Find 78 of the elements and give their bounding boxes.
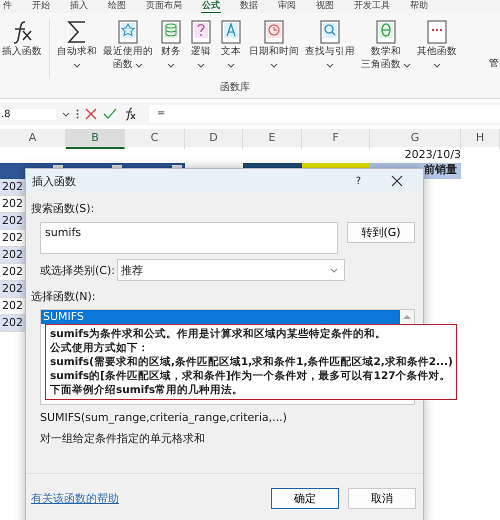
ribbon-button-label[interactable]: 财务	[161, 46, 181, 58]
star-book-icon	[116, 19, 140, 45]
ribbon-button-label[interactable]: 查找与引用	[305, 46, 355, 58]
table-cell-text: 202	[1, 230, 24, 246]
ribbon-tab[interactable]: 件	[2, 0, 13, 12]
annotation-text: sumifs为条件求和公式。作用是计算求和区域内某些特定条件的和。	[50, 327, 388, 341]
table-cell-text: 202	[1, 247, 24, 263]
cancel-icon	[85, 108, 97, 120]
column-header[interactable]: C	[125, 129, 185, 149]
annotation-text: sumifs的[条件匹配区域，求和条件]作为一个条件对，最多可以有127个条件对。	[50, 369, 452, 383]
theta-book-icon	[374, 19, 398, 45]
dots-book-icon	[425, 19, 449, 45]
ribbon-button-label[interactable]: 数学和	[371, 46, 401, 58]
go-button[interactable]: 转到(G)	[347, 222, 415, 243]
name-box[interactable]: .8	[0, 108, 56, 120]
group-label: 函数库	[220, 80, 250, 94]
ribbon-button-label[interactable]: 文本	[221, 46, 241, 58]
column-header[interactable]: D	[185, 129, 243, 149]
annotation-text: sumifs(需要求和的区域,条件匹配区域1,求和条件1,条件匹配区域2,求和条件2...)	[50, 355, 452, 369]
function-icon	[123, 107, 137, 121]
ribbon-button-label[interactable]: 日期和时间	[249, 46, 299, 58]
ribbon-button-label[interactable]: 插入函数	[2, 46, 42, 58]
ribbon-tab[interactable]: 插入	[69, 0, 89, 12]
table-cell-text: 202	[1, 264, 24, 280]
more-icon	[76, 109, 79, 119]
table-cell-text: 202	[1, 298, 24, 314]
help-link[interactable]: 有关该函数的帮助	[31, 491, 262, 506]
close-icon[interactable]	[391, 175, 403, 187]
question-book-icon	[189, 19, 213, 45]
dialog-title: 插入函数	[32, 174, 77, 188]
ribbon-button-label[interactable]: 自动求和	[57, 46, 97, 58]
column-header[interactable]: G	[370, 129, 461, 149]
magnifier-book-icon	[318, 19, 342, 45]
letter-book-icon	[219, 19, 243, 45]
table-cell: 2023/10/3	[404, 147, 461, 163]
table-cell-text: 202	[1, 281, 24, 297]
ribbon-tab[interactable]: 页面布局	[145, 0, 183, 12]
ribbon-tab[interactable]: 视图	[315, 0, 335, 12]
function-description: 对一组给定条件指定的单元格求和	[39, 431, 206, 446]
ribbon-tab[interactable]: 开发工具	[353, 0, 391, 12]
annotation-text: 下面举例介绍sumifs常用的几种用法。	[50, 383, 244, 397]
function-signature: SUMIFS(sum_range,criteria_range,criteria,...)	[39, 410, 288, 424]
list-item[interactable]: SUMIFS	[41, 310, 400, 324]
column-header[interactable]: B	[66, 129, 125, 149]
table-cell-text: 202	[1, 213, 24, 229]
ribbon-tab[interactable]: 绘图	[107, 0, 127, 12]
check-icon	[103, 108, 117, 120]
caret-icon	[62, 112, 70, 116]
dialog-button[interactable]: 取消	[348, 488, 416, 509]
ribbon-button-label[interactable]: 其他函数	[417, 46, 457, 58]
search-field[interactable]: sumifs	[40, 222, 338, 254]
ribbon-tab[interactable]: 开始	[31, 0, 51, 12]
caret-icon	[330, 268, 338, 272]
ribbon-button-label[interactable]: 最近使用的	[103, 46, 153, 58]
column-header[interactable]: E	[243, 129, 302, 149]
annotation-text: 公式使用方式如下：	[50, 341, 150, 355]
ribbon-button-label[interactable]: 函数	[113, 59, 133, 71]
help-button[interactable]: ?	[356, 176, 361, 186]
field-label: 搜索函数(S):	[30, 201, 96, 216]
ribbon-button-label[interactable]: 管	[489, 57, 499, 70]
field-label: 选择函数(N):	[30, 289, 97, 304]
scroll-up-icon	[403, 314, 411, 319]
formula-field[interactable]: =	[149, 105, 500, 123]
ribbon-tab[interactable]: 帮助	[409, 0, 429, 12]
ribbon-button-label[interactable]: 逻辑	[191, 46, 211, 58]
table-cell-text: 202	[1, 179, 24, 195]
clock-book-icon	[262, 19, 286, 45]
table-cell-text: 202	[1, 315, 24, 331]
field-label: 或选择类别(C):	[40, 262, 115, 278]
ribbon-tab[interactable]: 审阅	[277, 0, 297, 12]
category-dropdown[interactable]: 推荐	[116, 259, 345, 281]
table-cell-text: 202	[1, 196, 24, 212]
dialog-button[interactable]: 确定	[271, 488, 339, 509]
ribbon-button-label[interactable]: 三角函数	[361, 59, 401, 71]
column-header[interactable]: H	[461, 129, 500, 149]
database-book-icon	[159, 19, 183, 45]
ribbon-tab[interactable]: 数据	[239, 0, 259, 12]
column-header[interactable]: F	[302, 129, 370, 149]
